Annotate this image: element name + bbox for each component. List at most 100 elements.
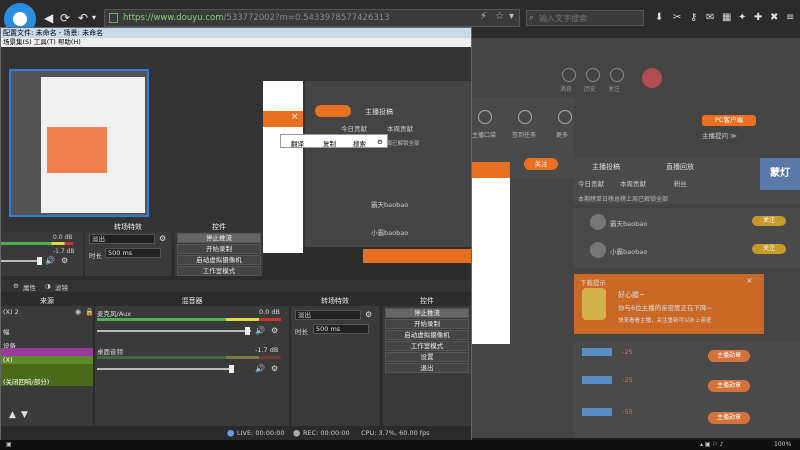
props-button[interactable]: 属性 bbox=[23, 282, 36, 292]
user-avatar[interactable] bbox=[642, 68, 662, 88]
rank-medal-button-2[interactable]: 主播勋章 bbox=[708, 380, 750, 392]
mixer-ch1-speaker-icon[interactable]: 🔊 bbox=[255, 326, 265, 335]
filters-button[interactable]: 滤镜 bbox=[55, 282, 68, 292]
popup-settings-icon[interactable]: ⚙ bbox=[377, 138, 383, 146]
tray-icons[interactable]: ▴ ▣ ⚐ ♪ bbox=[700, 441, 724, 448]
more-icon[interactable] bbox=[558, 110, 572, 124]
screen: ◀ ⟳ ↶ ▾ https://www.douyu.com/533772002?… bbox=[0, 0, 800, 450]
history-icon[interactable] bbox=[586, 68, 600, 82]
lanterns-badge[interactable]: 蒙灯 bbox=[760, 158, 800, 190]
mixer-ch1-knob[interactable] bbox=[245, 327, 250, 335]
upper-transition-select[interactable]: 淡出 bbox=[89, 234, 155, 244]
mixer-ch2-speaker-icon[interactable]: 🔊 bbox=[255, 364, 265, 373]
palette-icon[interactable]: ✦ bbox=[738, 12, 746, 23]
address-bar[interactable]: https://www.douyu.com/533772002?m=0.5433… bbox=[104, 9, 520, 27]
source-item-2[interactable]: 幅 bbox=[3, 326, 10, 336]
contributor-name-2[interactable]: 小霸baobao bbox=[610, 246, 647, 256]
stop-stream-button[interactable]: 停止推流 bbox=[385, 308, 469, 318]
source-item-5[interactable]: (关闭回响/部分) bbox=[3, 376, 49, 386]
upper-stop-stream-button[interactable]: 停止推流 bbox=[177, 233, 261, 243]
chevron-down-icon[interactable]: ▾ bbox=[92, 13, 96, 22]
notice-close-icon[interactable]: × bbox=[746, 276, 753, 285]
start-icon[interactable]: ▣ bbox=[6, 441, 12, 448]
upper-slider-knob[interactable] bbox=[37, 257, 42, 265]
extension-icon[interactable]: ✚ bbox=[754, 12, 762, 23]
grid-icon[interactable]: ▦ bbox=[722, 12, 731, 23]
lightning-icon[interactable]: ⚡ bbox=[480, 11, 487, 22]
start-vcam-button[interactable]: 启动虚拟摄像机 bbox=[385, 330, 469, 340]
start-record-button[interactable]: 开始录制 bbox=[385, 319, 469, 329]
contributor-avatar-2[interactable] bbox=[590, 242, 606, 258]
filter-icon[interactable]: ◑ bbox=[45, 282, 51, 290]
source-row-highlight-green[interactable]: (X) bbox=[1, 356, 93, 364]
transition-gear-icon[interactable]: ⚙ bbox=[365, 310, 372, 319]
download-icon[interactable]: ⬇ bbox=[655, 12, 663, 23]
mixer-ch2-slider[interactable] bbox=[97, 368, 233, 370]
contributor-badge-2: 关注 bbox=[752, 244, 786, 254]
mixer-ch2-gear-icon[interactable]: ⚙ bbox=[271, 364, 278, 373]
checkin-icon[interactable] bbox=[518, 110, 532, 124]
chat-icon[interactable]: ✉ bbox=[706, 12, 714, 23]
tab-week[interactable]: 本周贡献 bbox=[620, 178, 646, 188]
close-x-icon[interactable]: ✖ bbox=[770, 12, 778, 23]
undo-icon[interactable]: ↶ bbox=[78, 11, 88, 25]
exit-button[interactable]: 退出 bbox=[385, 363, 469, 373]
duration-input[interactable]: 500 ms bbox=[313, 324, 369, 334]
popup-copy[interactable]: 复制 bbox=[323, 138, 336, 148]
upper-gear-icon[interactable]: ⚙ bbox=[61, 256, 68, 265]
refresh-icon[interactable]: ⟳ bbox=[60, 11, 70, 25]
dropdown-icon[interactable]: ▾ bbox=[509, 11, 514, 22]
transition-select[interactable]: 淡出 bbox=[295, 310, 361, 320]
mixer-ch1-slider[interactable] bbox=[97, 330, 251, 332]
upper-duration-input[interactable]: 500 ms bbox=[105, 248, 161, 258]
move-up-icon[interactable]: ▲ bbox=[9, 410, 16, 420]
upper-transition-gear-icon[interactable]: ⚙ bbox=[159, 234, 166, 243]
star-icon[interactable]: ☆ bbox=[495, 11, 504, 22]
source-row-highlight-purple[interactable] bbox=[1, 348, 93, 356]
rank-medal-button-3[interactable]: 主播勋章 bbox=[708, 412, 750, 424]
rank-medal-button-1[interactable]: 主播勋章 bbox=[708, 350, 750, 362]
pc-client-button[interactable]: PC客户端 bbox=[702, 115, 756, 126]
key-icon[interactable]: ⚷ bbox=[690, 12, 697, 23]
ask-host-link[interactable]: 主播提问 ≫ bbox=[702, 130, 737, 140]
visibility-eye-icon[interactable]: ◉ bbox=[75, 308, 81, 316]
menu-icon[interactable]: ≡ bbox=[786, 12, 794, 23]
lock-toggle-icon[interactable]: 🔒 bbox=[85, 308, 94, 316]
settings-button[interactable]: 设置 bbox=[385, 352, 469, 362]
message-icon[interactable] bbox=[562, 68, 576, 82]
popup-search[interactable]: 搜索 bbox=[353, 138, 366, 148]
upper-volume-slider[interactable] bbox=[1, 260, 41, 262]
source-item-1[interactable]: (X) 2 bbox=[3, 308, 19, 316]
source-item-4[interactable]: (X) bbox=[3, 356, 13, 364]
upper-studio-mode-button[interactable]: 工作室模式 bbox=[177, 266, 261, 276]
upper-speaker-icon[interactable]: 🔊 bbox=[45, 256, 55, 265]
contributor-name[interactable]: 霸天baobao bbox=[610, 218, 647, 228]
studio-mode-button[interactable]: 工作室模式 bbox=[385, 341, 469, 351]
props-gear-icon[interactable]: ⚙ bbox=[13, 282, 19, 290]
obs-menu-bar[interactable]: 场景集(S) 工具(T) 帮助(H) bbox=[1, 38, 471, 47]
scissors-icon[interactable]: ✂ bbox=[673, 12, 681, 23]
search-input[interactable] bbox=[527, 11, 643, 25]
host-list-label[interactable]: 主播投稿 bbox=[592, 162, 620, 172]
back-icon[interactable]: ◀ bbox=[44, 11, 53, 25]
download-client-icon[interactable] bbox=[616, 68, 630, 82]
nested-notice bbox=[47, 127, 107, 173]
tab-fans[interactable]: 粉丝 bbox=[674, 178, 687, 188]
upper-start-record-button[interactable]: 开始录制 bbox=[177, 244, 261, 254]
live-list-label[interactable]: 直播回放 bbox=[666, 162, 694, 172]
popup-translate[interactable]: 翻译 bbox=[291, 138, 304, 148]
contributor-avatar[interactable] bbox=[590, 214, 606, 230]
tab-today[interactable]: 今日贡献 bbox=[578, 178, 604, 188]
upper-vcam-button[interactable]: 启动虚拟摄像机 bbox=[177, 255, 261, 265]
preview-close-icon[interactable]: × bbox=[291, 112, 299, 122]
move-down-icon[interactable]: ▼ bbox=[21, 410, 28, 420]
url-text[interactable]: https://www.douyu.com/533772002?m=0.5433… bbox=[123, 13, 390, 23]
search-box[interactable]: ⌕ bbox=[526, 10, 644, 26]
obs-preview[interactable]: × 主播投稿 今日贡献 本周贡献 本期榜单日榜总榜上周已解锁全部 霸天baoba… bbox=[1, 47, 471, 263]
mixer-ch2-knob[interactable] bbox=[229, 365, 234, 373]
mixer-ch1-gear-icon[interactable]: ⚙ bbox=[271, 326, 278, 335]
follow-button[interactable]: 关注 bbox=[524, 158, 558, 170]
preview-nested-capture[interactable] bbox=[9, 69, 149, 217]
source-row-highlight-olive[interactable]: (关闭回响/部分) bbox=[1, 364, 93, 386]
pocket-icon[interactable] bbox=[478, 110, 492, 124]
